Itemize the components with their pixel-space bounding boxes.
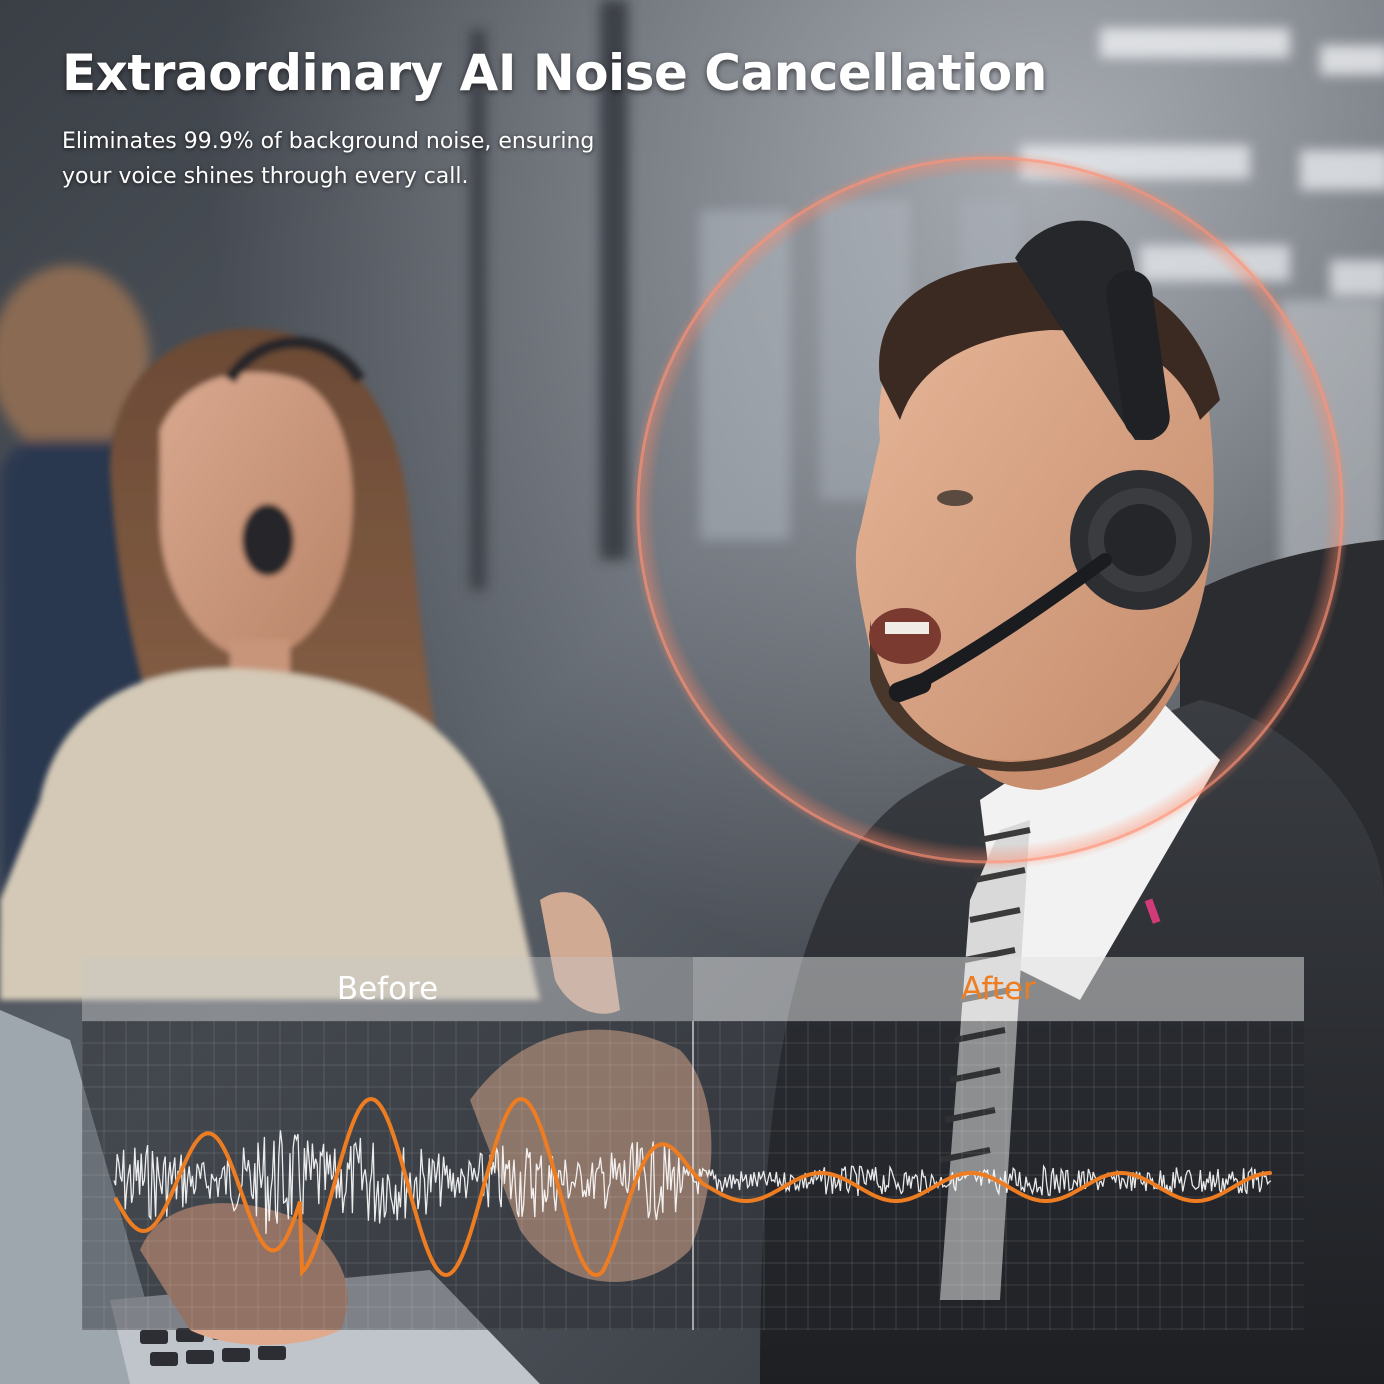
subheadline-line-1: Eliminates 99.9% of background noise, en… xyxy=(62,129,595,154)
subheadline-line-2: your voice shines through every call. xyxy=(62,164,469,189)
after-label: After xyxy=(693,957,1304,1021)
headline: Extraordinary AI Noise Cancellation xyxy=(62,44,1047,102)
noise-waveform-graphic xyxy=(82,1021,1304,1330)
before-label: Before xyxy=(82,957,693,1021)
background-noise-waveform xyxy=(113,1130,1272,1234)
before-after-comparison-panel: Before After xyxy=(82,957,1304,1330)
subheadline: Eliminates 99.9% of background noise, en… xyxy=(62,124,702,194)
